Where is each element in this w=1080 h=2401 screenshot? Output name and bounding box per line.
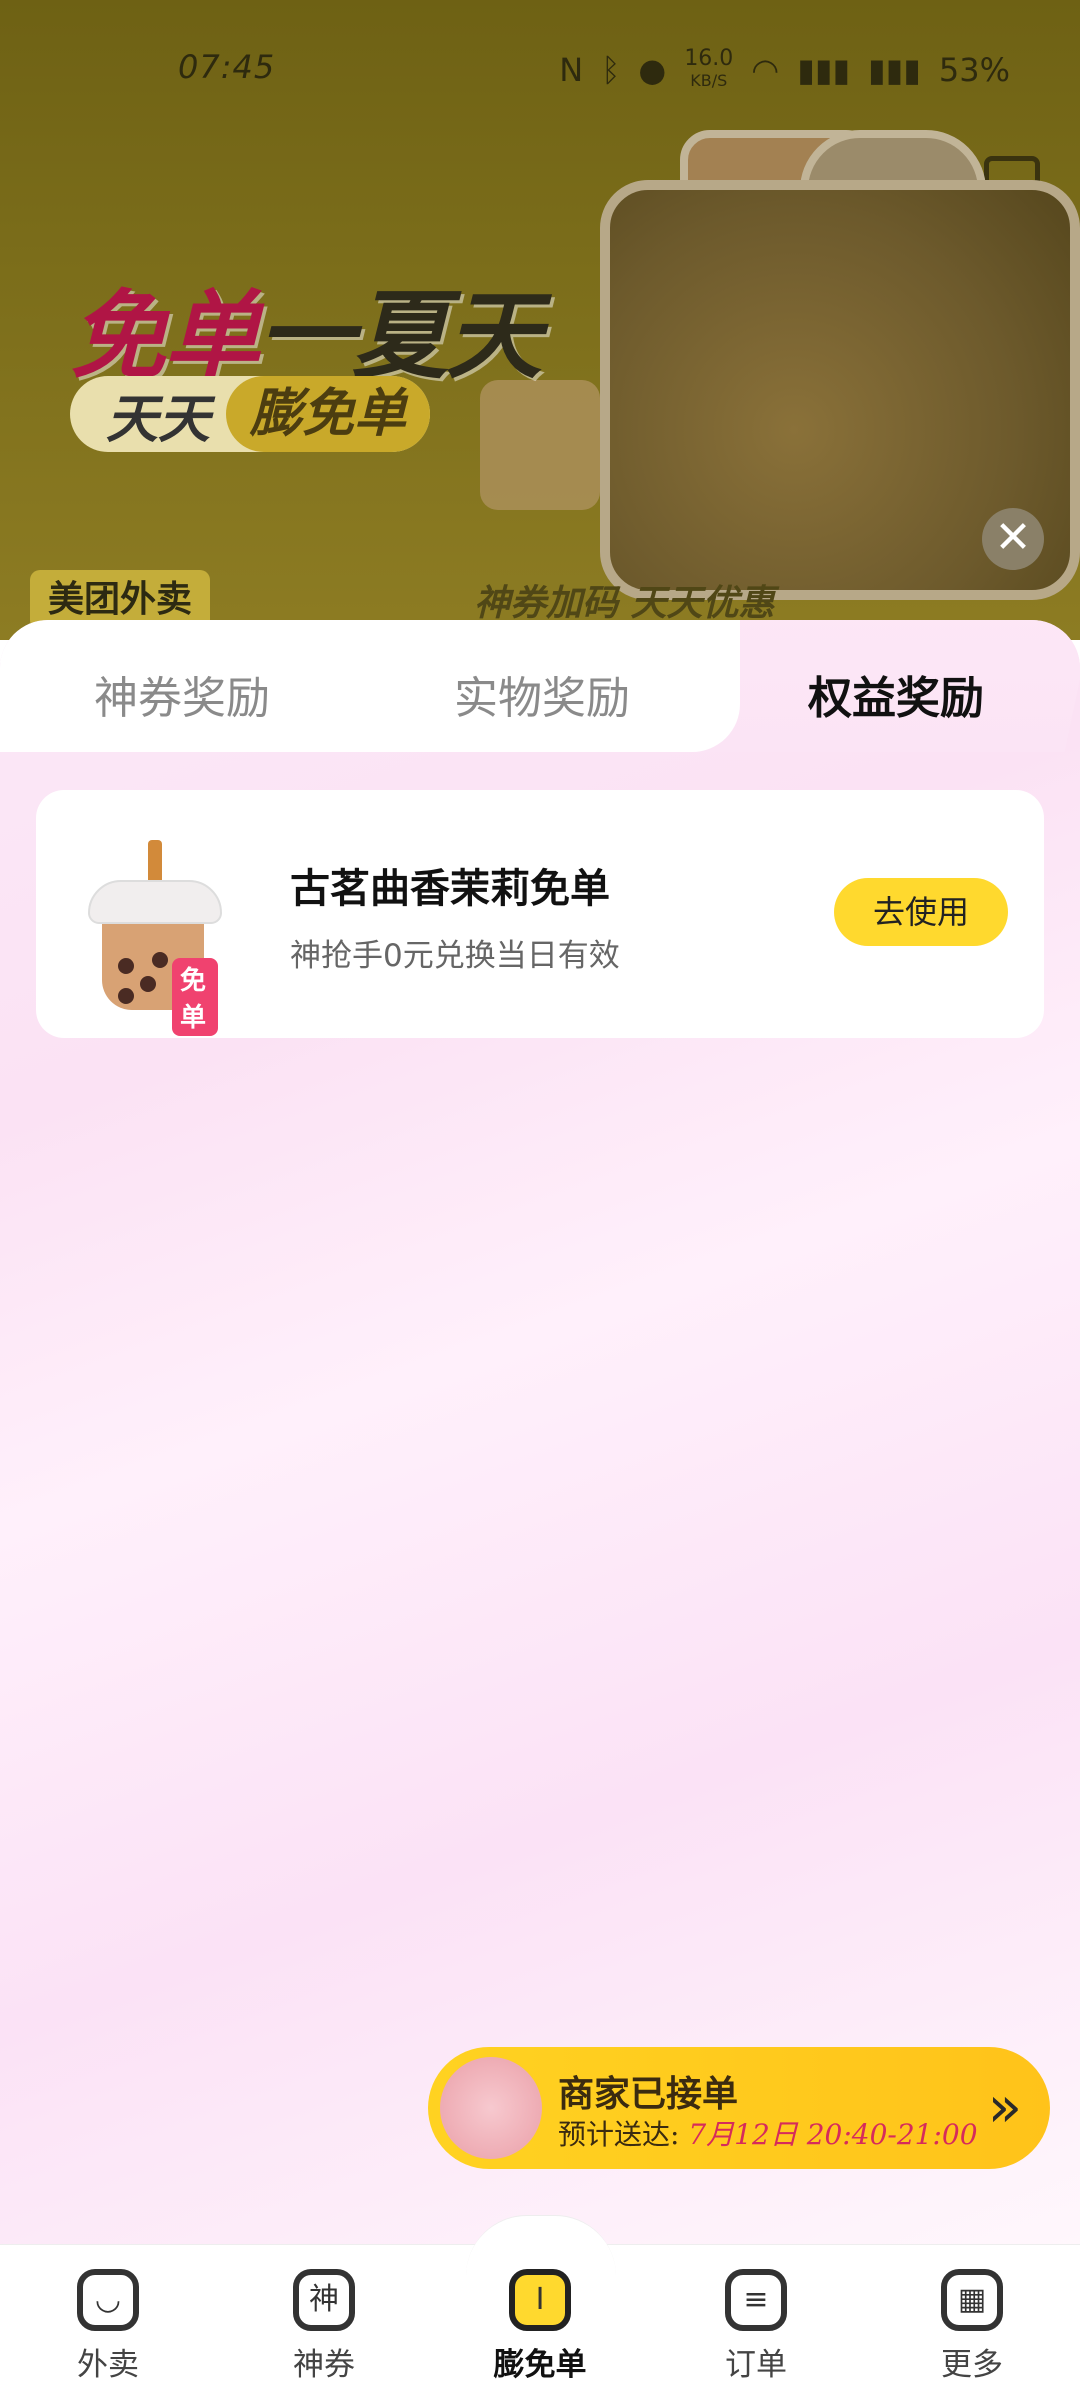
banner-chip: 天天 膨免单 [70, 376, 430, 452]
order-eta: 预计送达: 7月12日 20:40-21:00 [558, 2118, 978, 2151]
reward-card: 免单 古茗曲香茉莉免单 神抢手0元兑换当日有效 去使用 [36, 790, 1044, 1038]
status-time: 07:45 [178, 48, 276, 86]
signal-icon: ▮▮▮ [797, 51, 851, 89]
nfc-icon: N [559, 51, 584, 89]
reward-subtitle: 神抢手0元兑换当日有效 [290, 938, 620, 974]
order-icon: ≡ [725, 2269, 787, 2331]
milk-tea-image: 免单 [88, 840, 222, 1036]
close-button[interactable]: ✕ [982, 508, 1044, 570]
tab-physical-rewards[interactable]: 实物奖励 [454, 662, 630, 726]
drink-image [480, 380, 600, 510]
coupon-icon: 神 [293, 2269, 355, 2331]
nav-item-more[interactable]: ▦ 更多 [902, 2269, 1042, 2384]
double-chevron-right-icon: » [987, 2075, 1022, 2140]
tab-coupon-rewards[interactable]: 神券奖励 [94, 662, 270, 726]
network-speed: 16.0 KB/S [684, 46, 734, 91]
location-icon: ● [638, 51, 667, 89]
rewards-sheet: 神券奖励 实物奖励 权益奖励 免单 古茗曲香茉莉免单 神抢手0元兑换当日有效 去… [0, 620, 1080, 2245]
more-icon: ▦ [941, 2269, 1003, 2331]
reward-tabs: 神券奖励 实物奖励 权益奖励 [0, 620, 1080, 752]
reward-title: 古茗曲香茉莉免单 [290, 866, 610, 912]
status-bar: 07:45 N ᛒ ● 16.0 KB/S ◠ ▮▮▮ ▮▮▮ 53% [0, 44, 1080, 92]
signal-icon: ▮▮▮ [868, 51, 921, 89]
nav-item-takeout[interactable]: ◡ 外卖 [38, 2269, 178, 2384]
nav-item-free-order[interactable]: I 膨免单 [470, 2269, 610, 2384]
order-status-pill[interactable]: 商家已接单 预计送达: 7月12日 20:40-21:00 » [428, 2047, 1050, 2169]
promo-banner: 07:45 N ᛒ ● 16.0 KB/S ◠ ▮▮▮ ▮▮▮ 53% 免单一夏… [0, 0, 1080, 640]
battery-level: 53% [938, 51, 1010, 89]
use-button[interactable]: 去使用 [834, 878, 1008, 946]
order-thumbnail [440, 2057, 542, 2159]
banner-slogan: 神券加码 天天优惠 [474, 583, 775, 624]
nav-item-orders[interactable]: ≡ 订单 [686, 2269, 826, 2384]
free-order-tag: 免单 [172, 958, 218, 1036]
bottom-nav: ◡ 外卖 神 神券 I 膨免单 ≡ 订单 ▦ 更多 [0, 2215, 1080, 2401]
bluetooth-icon: ᛒ [601, 51, 621, 89]
order-status-title: 商家已接单 [558, 2073, 739, 2115]
wifi-icon: ◠ [751, 51, 780, 89]
nav-item-coupons[interactable]: 神 神券 [254, 2269, 394, 2384]
free-order-icon: I [509, 2269, 571, 2331]
tab-benefit-rewards[interactable]: 权益奖励 [808, 662, 984, 726]
takeout-icon: ◡ [77, 2269, 139, 2331]
